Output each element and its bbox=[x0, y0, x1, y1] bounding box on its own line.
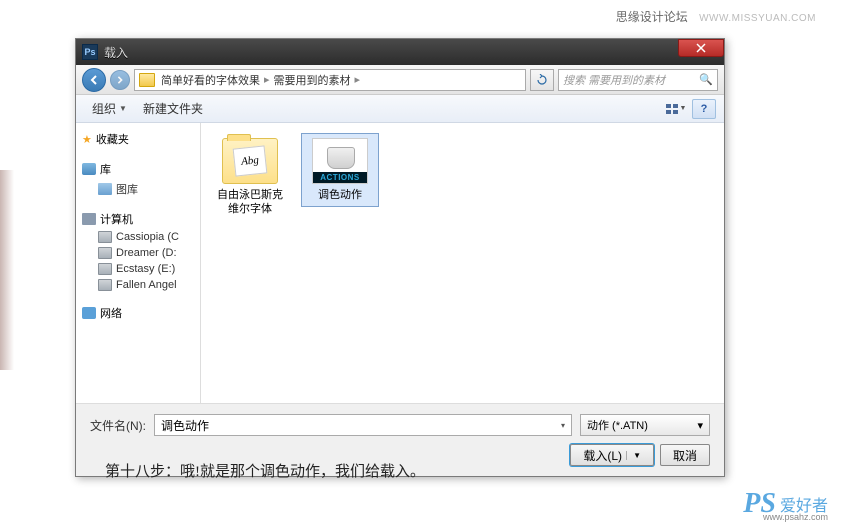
chevron-down-icon: ▾ bbox=[561, 421, 565, 430]
organize-menu[interactable]: 组织 ▼ bbox=[84, 98, 135, 119]
filetype-select[interactable]: 动作 (*.ATN) ▾ bbox=[580, 414, 710, 436]
search-icon: 🔍 bbox=[699, 73, 713, 86]
new-folder-button[interactable]: 新建文件夹 bbox=[135, 98, 211, 119]
sidebar-drive-c[interactable]: Cassiopia (C bbox=[78, 229, 198, 245]
tutorial-caption: 第十八步：哦!就是那个调色动作，我们给载入。 bbox=[105, 460, 425, 481]
drive-icon bbox=[98, 231, 112, 243]
sidebar-gallery[interactable]: 图库 bbox=[78, 179, 198, 199]
view-options-button[interactable]: ▼ bbox=[664, 99, 688, 119]
window-controls bbox=[678, 39, 724, 57]
star-icon: ★ bbox=[82, 133, 92, 146]
drive-icon bbox=[98, 263, 112, 275]
breadcrumb-sep: ▸ bbox=[264, 73, 270, 86]
refresh-icon bbox=[536, 74, 548, 86]
file-item-action[interactable]: ACTIONS 调色动作 bbox=[301, 133, 379, 207]
chevron-down-icon: ▼ bbox=[119, 104, 127, 113]
sidebar-drive-f[interactable]: Fallen Angel bbox=[78, 277, 198, 293]
filename-label: 文件名(N): bbox=[90, 417, 146, 434]
chevron-down-icon: ▾ bbox=[697, 419, 703, 432]
cancel-button[interactable]: 取消 bbox=[660, 444, 710, 466]
breadcrumb-seg2: 需要用到的素材 bbox=[274, 72, 351, 88]
breadcrumb[interactable]: 简单好看的字体效果 ▸ 需要用到的素材 ▸ bbox=[134, 69, 526, 91]
computer-icon bbox=[82, 213, 96, 225]
folder-icon: Abg bbox=[222, 138, 278, 184]
breadcrumb-sep2: ▸ bbox=[355, 73, 361, 86]
font-preview: Abg bbox=[233, 145, 268, 176]
arrow-left-icon bbox=[89, 75, 99, 85]
drive-icon bbox=[98, 279, 112, 291]
app-icon: Ps bbox=[82, 44, 98, 60]
drive-icon bbox=[98, 247, 112, 259]
breadcrumb-seg1: 简单好看的字体效果 bbox=[161, 72, 260, 88]
sidebar-network[interactable]: 网络 bbox=[78, 303, 198, 323]
sidebar-drive-d[interactable]: Dreamer (D: bbox=[78, 245, 198, 261]
forum-url: WWW.MISSYUAN.COM bbox=[699, 13, 816, 24]
file-label: 调色动作 bbox=[306, 188, 374, 202]
file-open-dialog: Ps 载入 简单好看的字体效果 ▸ 需要用到的素材 ▸ 搜索 需要用到的素材 🔍 bbox=[75, 38, 725, 477]
chevron-down-icon: ▼ bbox=[680, 105, 687, 112]
sidebar-computer[interactable]: 计算机 bbox=[78, 209, 198, 229]
back-button[interactable] bbox=[82, 68, 106, 92]
sidebar-drive-e[interactable]: Ecstasy (E:) bbox=[78, 261, 198, 277]
watermark-url: www.psahz.com bbox=[763, 512, 828, 522]
library-icon bbox=[82, 163, 96, 175]
action-file-icon: ACTIONS bbox=[312, 138, 368, 184]
dialog-body: ★ 收藏夹 库 图库 计算机 Cassiopia (C bbox=[76, 123, 724, 403]
network-icon bbox=[82, 307, 96, 319]
window-title: 载入 bbox=[104, 44, 128, 61]
sidebar: ★ 收藏夹 库 图库 计算机 Cassiopia (C bbox=[76, 123, 201, 403]
chevron-down-icon: ▼ bbox=[626, 451, 641, 460]
help-button[interactable]: ? bbox=[692, 99, 716, 119]
toolbar: 组织 ▼ 新建文件夹 ▼ ? bbox=[76, 95, 724, 123]
search-placeholder: 搜索 需要用到的素材 bbox=[563, 72, 665, 88]
action-badge: ACTIONS bbox=[313, 172, 367, 183]
search-input[interactable]: 搜索 需要用到的素材 🔍 bbox=[558, 69, 718, 91]
filename-input[interactable]: 调色动作 ▾ bbox=[154, 414, 572, 436]
sidebar-favorites[interactable]: ★ 收藏夹 bbox=[78, 129, 198, 149]
decorative-shadow bbox=[0, 170, 14, 370]
titlebar[interactable]: Ps 载入 bbox=[76, 39, 724, 65]
file-item-font-folder[interactable]: Abg 自由泳巴斯克维尔字体 bbox=[211, 133, 289, 222]
file-label: 自由泳巴斯克维尔字体 bbox=[216, 188, 284, 217]
close-button[interactable] bbox=[678, 39, 724, 57]
folder-icon bbox=[139, 73, 155, 87]
close-icon bbox=[696, 43, 706, 53]
watermark: PS 爱好者 www.psahz.com bbox=[743, 488, 828, 520]
forward-button[interactable] bbox=[110, 70, 130, 90]
scroll-icon bbox=[327, 147, 355, 169]
page-header: 思缘设计论坛 WWW.MISSYUAN.COM bbox=[616, 8, 816, 25]
view-icon bbox=[666, 103, 680, 115]
file-list[interactable]: Abg 自由泳巴斯克维尔字体 ACTIONS 调色动作 bbox=[201, 123, 724, 403]
gallery-icon bbox=[98, 183, 112, 195]
arrow-right-icon bbox=[116, 76, 124, 84]
sidebar-library[interactable]: 库 bbox=[78, 159, 198, 179]
forum-name: 思缘设计论坛 bbox=[616, 10, 688, 24]
refresh-button[interactable] bbox=[530, 69, 554, 91]
nav-bar: 简单好看的字体效果 ▸ 需要用到的素材 ▸ 搜索 需要用到的素材 🔍 bbox=[76, 65, 724, 95]
load-button[interactable]: 载入(L) ▼ bbox=[570, 444, 654, 466]
